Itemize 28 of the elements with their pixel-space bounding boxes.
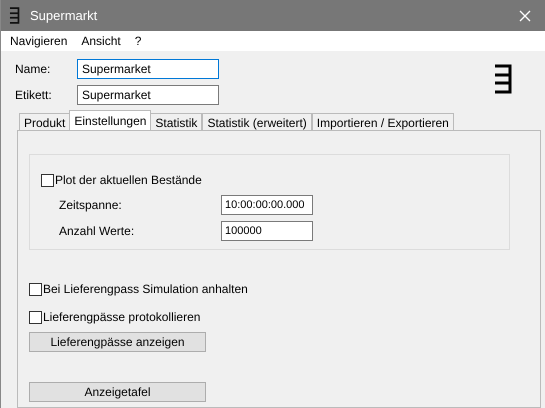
checkbox-label: Lieferengpässe protokollieren — [43, 309, 200, 326]
menu-item[interactable]: ? — [128, 32, 148, 50]
window-title: Supermarkt — [30, 6, 98, 25]
field-label: Etikett: — [15, 87, 53, 104]
tab[interactable]: Produkt — [19, 113, 70, 130]
app-icon — [9, 7, 20, 24]
field-label: Name: — [15, 61, 52, 78]
checkbox[interactable] — [29, 310, 42, 324]
field-label: Anzahl Werte: — [59, 223, 136, 240]
menu-item[interactable]: Ansicht — [74, 32, 128, 50]
action-button[interactable]: Lieferengpässe anzeigen — [29, 332, 206, 352]
tab[interactable]: Importieren / Exportieren — [312, 113, 454, 130]
field-label: Zeitspanne: — [59, 197, 123, 214]
action-button[interactable]: Anzeigetafel — [29, 382, 206, 402]
shelf-icon — [494, 64, 512, 94]
checkbox-label: Bei Lieferengpass Simulation anhalten — [43, 281, 248, 298]
tab[interactable]: Statistik — [150, 113, 202, 130]
checkbox[interactable] — [41, 174, 54, 186]
close-icon — [519, 10, 531, 22]
checkbox[interactable] — [29, 282, 42, 296]
checkbox-label: Plot der aktuellen Bestände — [55, 172, 202, 189]
menu-item[interactable]: Navigieren — [3, 32, 74, 50]
text-field[interactable]: 10:00:00:00.000 — [221, 195, 313, 215]
text-field[interactable]: 100000 — [221, 221, 313, 241]
text-field[interactable]: Supermarket — [77, 59, 219, 79]
text-field[interactable]: Supermarket — [77, 85, 219, 105]
tab[interactable]: Einstellungen — [69, 110, 152, 130]
tab[interactable]: Statistik (erweitert) — [202, 113, 312, 130]
